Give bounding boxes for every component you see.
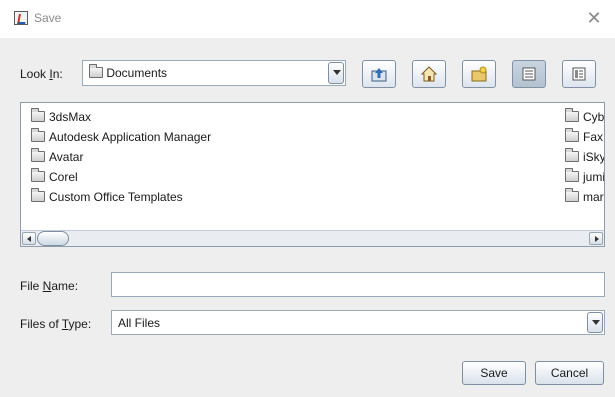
list-item[interactable]: 3dsMax	[31, 108, 91, 128]
list-item[interactable]: Avatar	[31, 148, 83, 168]
list-item[interactable]: Cybe	[565, 108, 604, 128]
scroll-right-arrow-icon[interactable]	[589, 232, 603, 245]
file-name-input[interactable]	[111, 272, 605, 297]
folder-icon	[565, 108, 579, 122]
folder-icon	[565, 168, 579, 182]
list-view-icon	[522, 67, 536, 81]
list-view-button[interactable]	[512, 60, 546, 88]
folder-icon	[89, 64, 103, 78]
details-view-button[interactable]	[562, 60, 596, 88]
files-of-type-combobox[interactable]: All Files	[111, 310, 605, 335]
folder-icon	[565, 148, 579, 162]
folder-icon	[31, 168, 45, 182]
file-list[interactable]: 3dsMax Autodesk Application Manager Avat…	[20, 102, 605, 247]
files-of-type-label: Files of Type:	[20, 317, 92, 331]
folder-icon	[31, 148, 45, 162]
folder-icon	[31, 188, 45, 202]
folder-icon	[565, 128, 579, 142]
horizontal-scrollbar[interactable]	[21, 230, 604, 246]
cancel-button[interactable]: Cancel	[535, 361, 604, 385]
new-folder-icon	[471, 66, 487, 82]
up-one-level-button[interactable]	[362, 60, 396, 88]
list-item[interactable]: Autodesk Application Manager	[31, 128, 211, 148]
home-button[interactable]	[412, 60, 446, 88]
up-folder-icon	[371, 68, 387, 82]
scroll-left-arrow-icon[interactable]	[22, 232, 36, 245]
list-item[interactable]: iSky	[565, 148, 604, 168]
details-view-icon	[572, 67, 586, 81]
list-item[interactable]: mary	[565, 188, 604, 208]
scrollbar-thumb[interactable]	[37, 231, 69, 246]
look-in-selected: Documents	[106, 66, 168, 80]
files-of-type-selected: All Files	[118, 316, 161, 330]
close-icon[interactable]: ✕	[583, 7, 605, 29]
save-button[interactable]: Save	[462, 361, 526, 385]
home-icon	[421, 66, 437, 82]
list-item[interactable]: Custom Office Templates	[31, 188, 183, 208]
list-item[interactable]: Fax	[565, 128, 603, 148]
folder-icon	[31, 128, 45, 142]
file-name-label: File Name:	[20, 279, 79, 293]
look-in-label: Look In:	[20, 67, 63, 81]
list-item[interactable]: jumi	[565, 168, 604, 188]
title-bar: Save ✕	[0, 0, 615, 38]
new-folder-button[interactable]	[462, 60, 496, 88]
java-app-icon	[14, 11, 28, 25]
list-item[interactable]: Corel	[31, 168, 78, 188]
window-title: Save	[34, 11, 62, 25]
chevron-down-icon[interactable]	[587, 312, 603, 333]
chevron-down-icon[interactable]	[328, 62, 344, 84]
look-in-combobox[interactable]: Documents	[82, 60, 346, 86]
folder-icon	[31, 108, 45, 122]
folder-icon	[565, 188, 579, 202]
